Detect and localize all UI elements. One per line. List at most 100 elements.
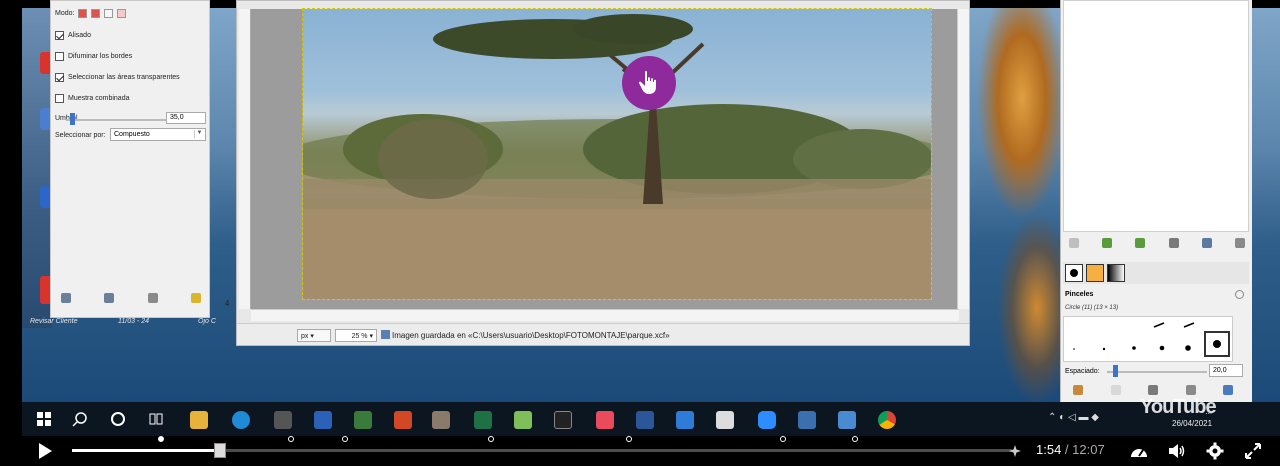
cortana-icon[interactable] bbox=[110, 411, 128, 429]
canvas-area[interactable] bbox=[251, 8, 959, 309]
chapter-marker[interactable] bbox=[488, 436, 494, 442]
speed-gauge-icon[interactable] bbox=[1128, 441, 1150, 461]
layers-list[interactable] bbox=[1063, 0, 1249, 232]
app-icon[interactable] bbox=[838, 411, 856, 429]
vertical-scrollbar[interactable] bbox=[957, 9, 969, 309]
file-explorer-icon[interactable] bbox=[190, 411, 208, 429]
feather-checkbox[interactable] bbox=[55, 52, 64, 61]
zoom-value: 25 % bbox=[351, 333, 368, 340]
acrobat-icon[interactable] bbox=[596, 411, 614, 429]
reset-options-icon[interactable] bbox=[190, 293, 201, 303]
progress-thumb[interactable] bbox=[214, 443, 226, 458]
sample-merged-row[interactable]: Muestra combinada bbox=[55, 94, 129, 103]
landscape-photo[interactable] bbox=[302, 8, 932, 300]
right-dock-panel: Pinceles Circle (11) (13 × 13) Espaciado… bbox=[1060, 0, 1252, 402]
app-icon[interactable] bbox=[314, 411, 332, 429]
task-view-icon[interactable] bbox=[148, 411, 166, 429]
edit-brush-icon[interactable] bbox=[1073, 385, 1083, 395]
chapter-marker[interactable] bbox=[780, 436, 786, 442]
sample-merged-checkbox[interactable] bbox=[55, 94, 64, 103]
select-transparent-row[interactable]: Seleccionar las áreas transparentes bbox=[55, 73, 180, 82]
photo-scene bbox=[303, 14, 931, 299]
powerpoint-icon[interactable] bbox=[394, 411, 412, 429]
image-file-icon bbox=[381, 330, 390, 339]
mode-add-icon[interactable] bbox=[91, 9, 101, 18]
volume-icon[interactable] bbox=[1166, 441, 1188, 461]
panel-bottom-toolbar bbox=[61, 293, 201, 303]
select-transparent-checkbox[interactable] bbox=[55, 73, 64, 82]
spacing-slider-track[interactable] bbox=[1107, 371, 1207, 373]
tool-options-panel: Modo: Alisado Difuminar los bordes Selec… bbox=[50, 0, 210, 318]
chrome-icon[interactable] bbox=[878, 411, 896, 429]
threshold-slider-track[interactable] bbox=[66, 119, 166, 121]
antialias-checkbox[interactable] bbox=[55, 31, 64, 40]
mode-replace-icon[interactable] bbox=[78, 9, 88, 18]
foreground-color-swatch[interactable] bbox=[1065, 264, 1083, 282]
spacing-value-field[interactable]: 20,0 bbox=[1209, 364, 1243, 377]
restore-options-icon[interactable] bbox=[104, 293, 115, 303]
unit-dropdown[interactable]: px ▾ bbox=[297, 329, 331, 342]
word-icon[interactable] bbox=[636, 411, 654, 429]
mode-intersect-icon[interactable] bbox=[117, 9, 127, 18]
antialias-row[interactable]: Alisado bbox=[55, 31, 91, 40]
raise-layer-icon[interactable] bbox=[1102, 238, 1113, 248]
background-color-swatch[interactable] bbox=[1086, 264, 1104, 282]
duplicate-layer-icon[interactable] bbox=[1168, 238, 1179, 248]
new-brush-icon[interactable] bbox=[1110, 385, 1121, 395]
time-separator: / bbox=[1061, 442, 1073, 457]
desktop-label[interactable]: Ojo C bbox=[198, 318, 216, 325]
gimp-icon[interactable] bbox=[432, 411, 450, 429]
chevron-down-icon: ▼ bbox=[194, 130, 204, 139]
excel-icon[interactable] bbox=[474, 411, 492, 429]
desktop-label[interactable]: Revisar Cliente bbox=[30, 318, 77, 325]
mode-subtract-icon[interactable] bbox=[104, 9, 114, 18]
mail-icon[interactable] bbox=[676, 411, 694, 429]
delete-options-icon[interactable] bbox=[147, 293, 158, 303]
delete-brush-icon[interactable] bbox=[1185, 385, 1196, 395]
desktop-label[interactable]: 11/03 - 24 bbox=[118, 318, 149, 325]
youtube-watermark[interactable]: YouTube bbox=[1140, 396, 1217, 419]
new-layer-icon[interactable] bbox=[1069, 238, 1079, 248]
brushes-grid[interactable] bbox=[1063, 316, 1233, 362]
anchor-layer-icon[interactable] bbox=[1201, 238, 1212, 248]
app-icon[interactable] bbox=[354, 411, 372, 429]
duplicate-brush-icon[interactable] bbox=[1148, 385, 1158, 395]
selected-brush[interactable] bbox=[1204, 331, 1230, 357]
delete-layer-icon[interactable] bbox=[1234, 238, 1245, 248]
search-icon[interactable] bbox=[72, 411, 90, 429]
feather-row[interactable]: Difuminar los bordes bbox=[55, 52, 132, 61]
horizontal-scrollbar[interactable] bbox=[251, 309, 959, 321]
zoom-icon[interactable] bbox=[758, 411, 776, 429]
app-icon[interactable] bbox=[716, 411, 734, 429]
brushes-menu-icon[interactable] bbox=[1235, 290, 1244, 299]
threshold-slider-thumb[interactable] bbox=[70, 113, 75, 125]
select-by-dropdown[interactable]: Compuesto ▼ bbox=[110, 128, 206, 141]
zoom-dropdown[interactable]: 25 % ▾ bbox=[335, 329, 377, 342]
fullscreen-icon[interactable] bbox=[1242, 441, 1264, 461]
terminal-icon[interactable] bbox=[554, 411, 572, 429]
lower-layer-icon[interactable] bbox=[1135, 238, 1146, 248]
chapter-marker[interactable] bbox=[288, 436, 294, 442]
play-icon[interactable] bbox=[34, 441, 56, 461]
brushes-toolbar bbox=[1073, 385, 1233, 395]
chapter-marker[interactable] bbox=[852, 436, 858, 442]
spacing-slider-thumb[interactable] bbox=[1113, 365, 1118, 377]
gradient-swatch[interactable] bbox=[1107, 264, 1125, 282]
app-icon[interactable] bbox=[798, 411, 816, 429]
threshold-value-field[interactable]: 35,0 bbox=[166, 112, 206, 124]
system-tray[interactable]: ⌃ ◐ ◁ ▬ ◆ bbox=[1048, 412, 1099, 423]
store-icon[interactable] bbox=[274, 411, 292, 429]
windows-start-icon[interactable] bbox=[36, 411, 54, 429]
settings-gear-icon[interactable] bbox=[1204, 441, 1226, 461]
save-options-icon[interactable] bbox=[61, 293, 71, 303]
vertical-ruler bbox=[239, 9, 251, 309]
feather-label: Difuminar los bordes bbox=[68, 53, 133, 60]
refresh-brushes-icon[interactable] bbox=[1223, 385, 1233, 395]
chapter-marker[interactable] bbox=[342, 436, 348, 442]
chapter-marker[interactable] bbox=[626, 436, 632, 442]
hand-pointer-icon bbox=[638, 71, 656, 94]
desktop-wallpaper-strip bbox=[22, 8, 56, 328]
paint-icon[interactable] bbox=[514, 411, 532, 429]
chapter-marker[interactable] bbox=[158, 436, 164, 442]
edge-icon[interactable] bbox=[232, 411, 250, 429]
